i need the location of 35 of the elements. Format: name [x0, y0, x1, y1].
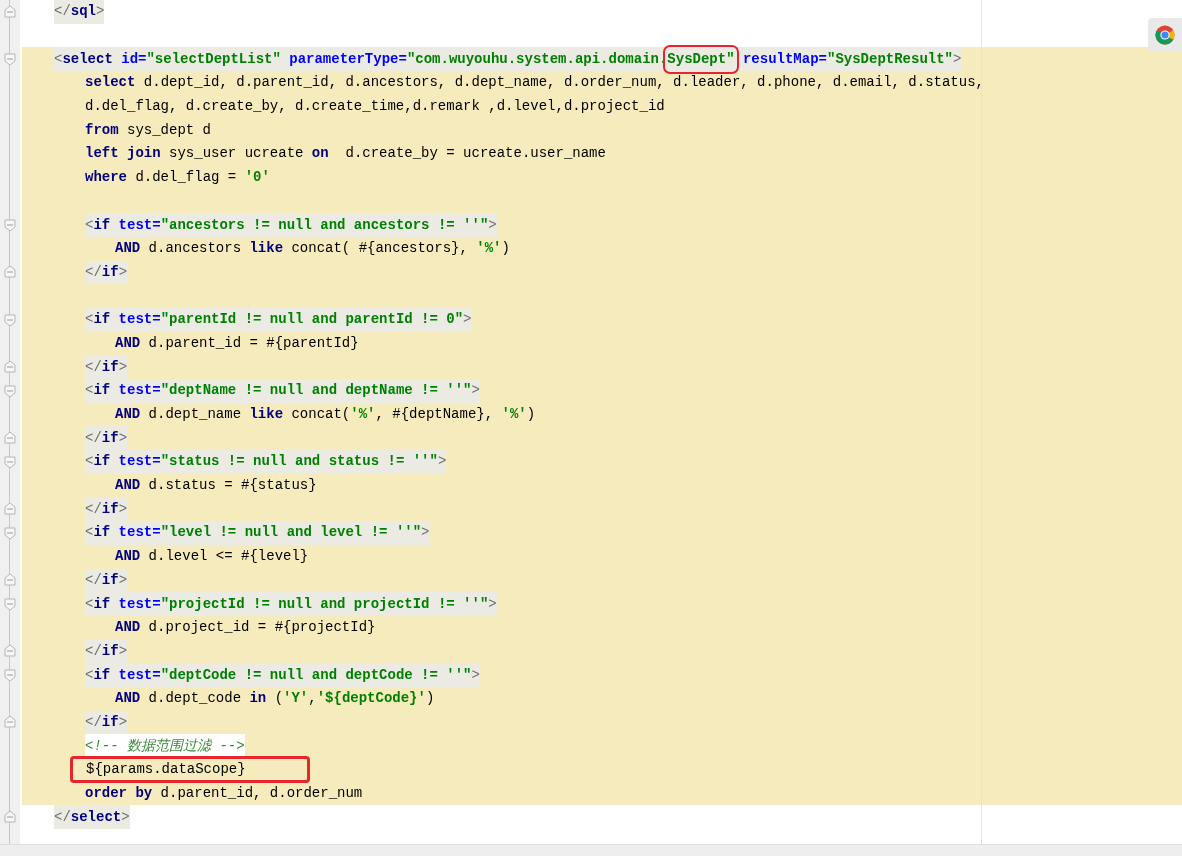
fold-marker-icon[interactable]	[3, 52, 17, 67]
fold-marker-icon[interactable]	[3, 810, 17, 825]
fold-marker-icon[interactable]	[3, 265, 17, 280]
fold-marker-icon[interactable]	[3, 644, 17, 659]
fold-marker-icon[interactable]	[3, 597, 17, 612]
code-line: left join sys_user ucreate on d.create_by = ucreate.user_name	[85, 144, 606, 164]
code-line: AND d.dept_code in ('Y','${deptCode}')	[115, 689, 435, 709]
fold-marker-icon[interactable]	[3, 383, 17, 398]
fold-marker-icon[interactable]	[3, 4, 17, 19]
fold-marker-icon[interactable]	[3, 573, 17, 588]
code-line: AND d.project_id = #{projectId}	[115, 618, 376, 638]
fold-marker-icon[interactable]	[3, 502, 17, 517]
fold-marker-icon[interactable]	[3, 218, 17, 233]
horizontal-scrollbar[interactable]	[0, 844, 1182, 856]
code-line: ${params.dataScope}	[86, 760, 246, 780]
code-line: order by d.parent_id, d.order_num	[85, 784, 363, 804]
browser-button[interactable]	[1148, 18, 1182, 52]
code-line: select d.dept_id, d.parent_id, d.ancestors, d.dept_name, d.order_num, d.leader, d.phone, d.email, d.status,	[85, 73, 984, 93]
fold-marker-icon[interactable]	[3, 454, 17, 469]
fold-marker-icon[interactable]	[3, 668, 17, 683]
code-line: d.del_flag, d.create_by, d.create_time,d.remark ,d.level,d.project_id	[85, 97, 665, 117]
code-line: AND d.status = #{status}	[115, 476, 317, 496]
fold-marker-icon[interactable]	[3, 431, 17, 446]
fold-marker-icon[interactable]	[3, 312, 17, 327]
code-line: from sys_dept d	[85, 120, 212, 140]
code-line: AND d.dept_name like concat('%', #{deptName}, '%')	[115, 405, 536, 425]
browser-icon	[1155, 25, 1175, 45]
code-line: where d.del_flag = '0'	[85, 168, 270, 188]
code-line: AND d.parent_id = #{parentId}	[115, 333, 359, 353]
fold-marker-icon[interactable]	[3, 360, 17, 375]
code-line: AND d.ancestors like concat( #{ancestors}, '%')	[115, 239, 510, 259]
code-line: AND d.level <= #{level}	[115, 547, 309, 567]
fold-marker-icon[interactable]	[3, 715, 17, 730]
fold-marker-icon[interactable]	[3, 525, 17, 540]
code-comment: <!-- 数据范围过滤 -->	[85, 734, 245, 758]
